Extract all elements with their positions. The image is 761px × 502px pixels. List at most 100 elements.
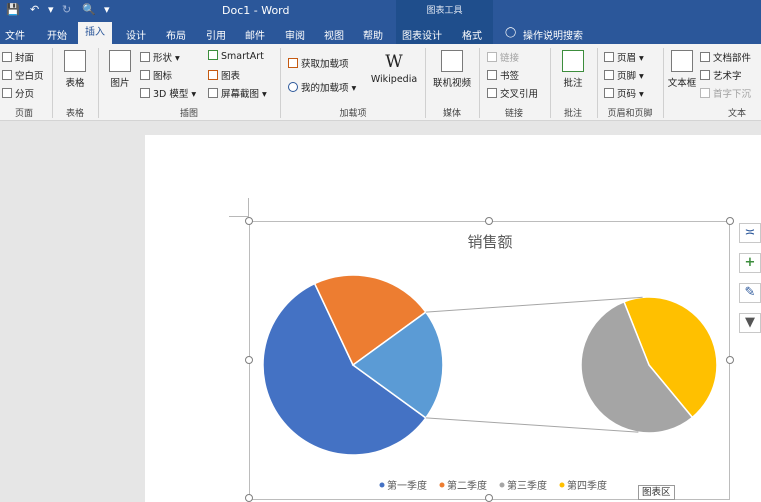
bookmark-icon (487, 70, 497, 80)
comment-button[interactable]: 批注 (557, 50, 589, 89)
legend-marker-第四季度 (559, 482, 565, 488)
resize-handle-bottom-left[interactable] (245, 494, 253, 502)
addins-icon (288, 82, 298, 92)
tab-chart-design[interactable]: 图表设计 (402, 27, 442, 42)
resize-handle-bottom[interactable] (485, 494, 493, 502)
cover-page-button[interactable]: 封面 (2, 50, 34, 64)
save-icon[interactable]: 💾 (6, 3, 20, 16)
layout-options-button[interactable]: ≍ (739, 223, 761, 243)
chart-filters-button[interactable]: ▼ (739, 313, 761, 333)
cross-reference-icon (487, 88, 497, 98)
group-separator (550, 48, 551, 118)
series-line-bottom (425, 417, 639, 433)
ribbon-tabs: 文件 开始 插入 设计 布局 引用 邮件 审阅 视图 帮助 图表设计 格式 ◯ … (0, 22, 761, 44)
store-icon (288, 58, 298, 68)
tab-layout[interactable]: 布局 (166, 27, 186, 42)
undo-icon[interactable]: ↶ (30, 3, 39, 16)
my-addins-button[interactable]: 我的加载项 ▾ (288, 80, 356, 94)
tooltip-chart-area: 图表区 (638, 485, 675, 500)
cross-reference-button[interactable]: 交叉引用 (487, 86, 538, 100)
resize-handle-right[interactable] (726, 356, 734, 364)
group-label-pages: 页面 (14, 109, 33, 119)
shapes-button[interactable]: 形状 ▾ (140, 50, 180, 64)
quick-parts-icon (700, 52, 710, 62)
footer-icon (604, 70, 614, 80)
chart-styles-button[interactable]: ✎ (739, 283, 761, 303)
tab-home[interactable]: 开始 (47, 27, 67, 42)
chart-title[interactable]: 销售额 (467, 233, 512, 251)
link-button[interactable]: 链接 (487, 50, 519, 64)
online-video-icon (441, 50, 463, 72)
blank-page-icon (2, 70, 12, 80)
legend-marker-第三季度 (499, 482, 505, 488)
legend-entry-第二季度[interactable]: 第二季度 (447, 479, 487, 492)
picture-button[interactable]: 图片 (104, 50, 136, 89)
resize-handle-top-left[interactable] (245, 217, 253, 225)
resize-handle-left[interactable] (245, 356, 253, 364)
tab-insert[interactable]: 插入 (78, 22, 112, 44)
cube-icon (140, 88, 150, 98)
group-separator (425, 48, 426, 118)
dropcap-button[interactable]: 首字下沉 (700, 86, 751, 100)
layout-options-icon: ≍ (744, 225, 756, 240)
picture-icon (109, 50, 131, 72)
online-video-button[interactable]: 联机视频 (430, 50, 474, 89)
table-icon (64, 50, 86, 72)
resize-handle-top-right[interactable] (726, 217, 734, 225)
tab-format[interactable]: 格式 (462, 27, 482, 42)
legend-entry-第四季度[interactable]: 第四季度 (567, 479, 607, 492)
group-label-addins: 加载项 (339, 109, 367, 119)
group-label-media: 媒体 (442, 109, 461, 119)
page-break-icon (2, 88, 12, 98)
textbox-button[interactable]: 文本框 (666, 50, 698, 89)
page-break-button[interactable]: 分页 (2, 86, 34, 100)
tab-design[interactable]: 设计 (126, 27, 146, 42)
get-addins-button[interactable]: 获取加载项 (288, 56, 349, 70)
tab-file[interactable]: 文件 (5, 27, 25, 42)
chevron-down-icon[interactable]: ▾ (48, 3, 54, 16)
screenshot-button[interactable]: 屏幕截图 ▾ (208, 86, 267, 100)
group-separator (597, 48, 598, 118)
print-preview-icon[interactable]: 🔍 (82, 3, 96, 16)
crop-mark (248, 198, 249, 217)
bookmark-button[interactable]: 书签 (487, 68, 519, 82)
customize-toolbar-icon[interactable]: ▾ (104, 3, 110, 16)
tab-view[interactable]: 视图 (324, 27, 344, 42)
group-label-text: 文本 (728, 109, 747, 119)
redo-icon[interactable]: ↻ (62, 3, 71, 16)
tab-help[interactable]: 帮助 (363, 27, 383, 42)
filter-icon: ▼ (745, 315, 755, 330)
page-number-button[interactable]: 页码 ▾ (604, 86, 644, 100)
smartart-button[interactable]: SmartArt (208, 50, 264, 62)
blank-page-button[interactable]: 空白页 (2, 68, 44, 82)
group-label-header-footer: 页眉和页脚 (607, 109, 653, 119)
footer-button[interactable]: 页脚 ▾ (604, 68, 644, 82)
legend-marker-第二季度 (439, 482, 445, 488)
tab-review[interactable]: 审阅 (285, 27, 305, 42)
resize-handle-top[interactable] (485, 217, 493, 225)
group-label-links: 链接 (504, 109, 523, 119)
wikipedia-icon: W (385, 52, 403, 72)
wordart-button[interactable]: 艺术字 (700, 68, 742, 82)
legend-entry-第一季度[interactable]: 第一季度 (387, 479, 427, 492)
chart-icon (208, 70, 218, 80)
tell-me-search[interactable]: 操作说明搜索 (523, 27, 583, 42)
brush-icon: ✎ (744, 285, 756, 300)
3d-models-button[interactable]: 3D 模型 ▾ (140, 86, 196, 100)
chart-tools-context-label: 图表工具 (396, 0, 493, 22)
chart-button[interactable]: 图表 (208, 68, 240, 82)
tab-mailings[interactable]: 邮件 (245, 27, 265, 42)
icons-button[interactable]: 图标 (140, 68, 172, 82)
icons-icon (140, 70, 150, 80)
chart-elements-button[interactable]: + (739, 253, 761, 273)
legend-entry-第三季度[interactable]: 第三季度 (507, 479, 547, 492)
table-button[interactable]: 表格 (57, 50, 93, 89)
tab-references[interactable]: 引用 (206, 27, 226, 42)
ribbon-panel: 封面 空白页 分页 页面 表格 表格 图片 形状 ▾ 图标 3D 模型 ▾ Sm… (0, 44, 761, 121)
plus-icon: + (744, 255, 756, 270)
wordart-icon (700, 70, 710, 80)
wikipedia-button[interactable]: W Wikipedia (367, 50, 421, 85)
quick-parts-button[interactable]: 文档部件 (700, 50, 751, 64)
header-button[interactable]: 页眉 ▾ (604, 50, 644, 64)
chart-area[interactable]: 销售额 第一季度 第二季度 第三季度 第四季度 (249, 221, 730, 500)
